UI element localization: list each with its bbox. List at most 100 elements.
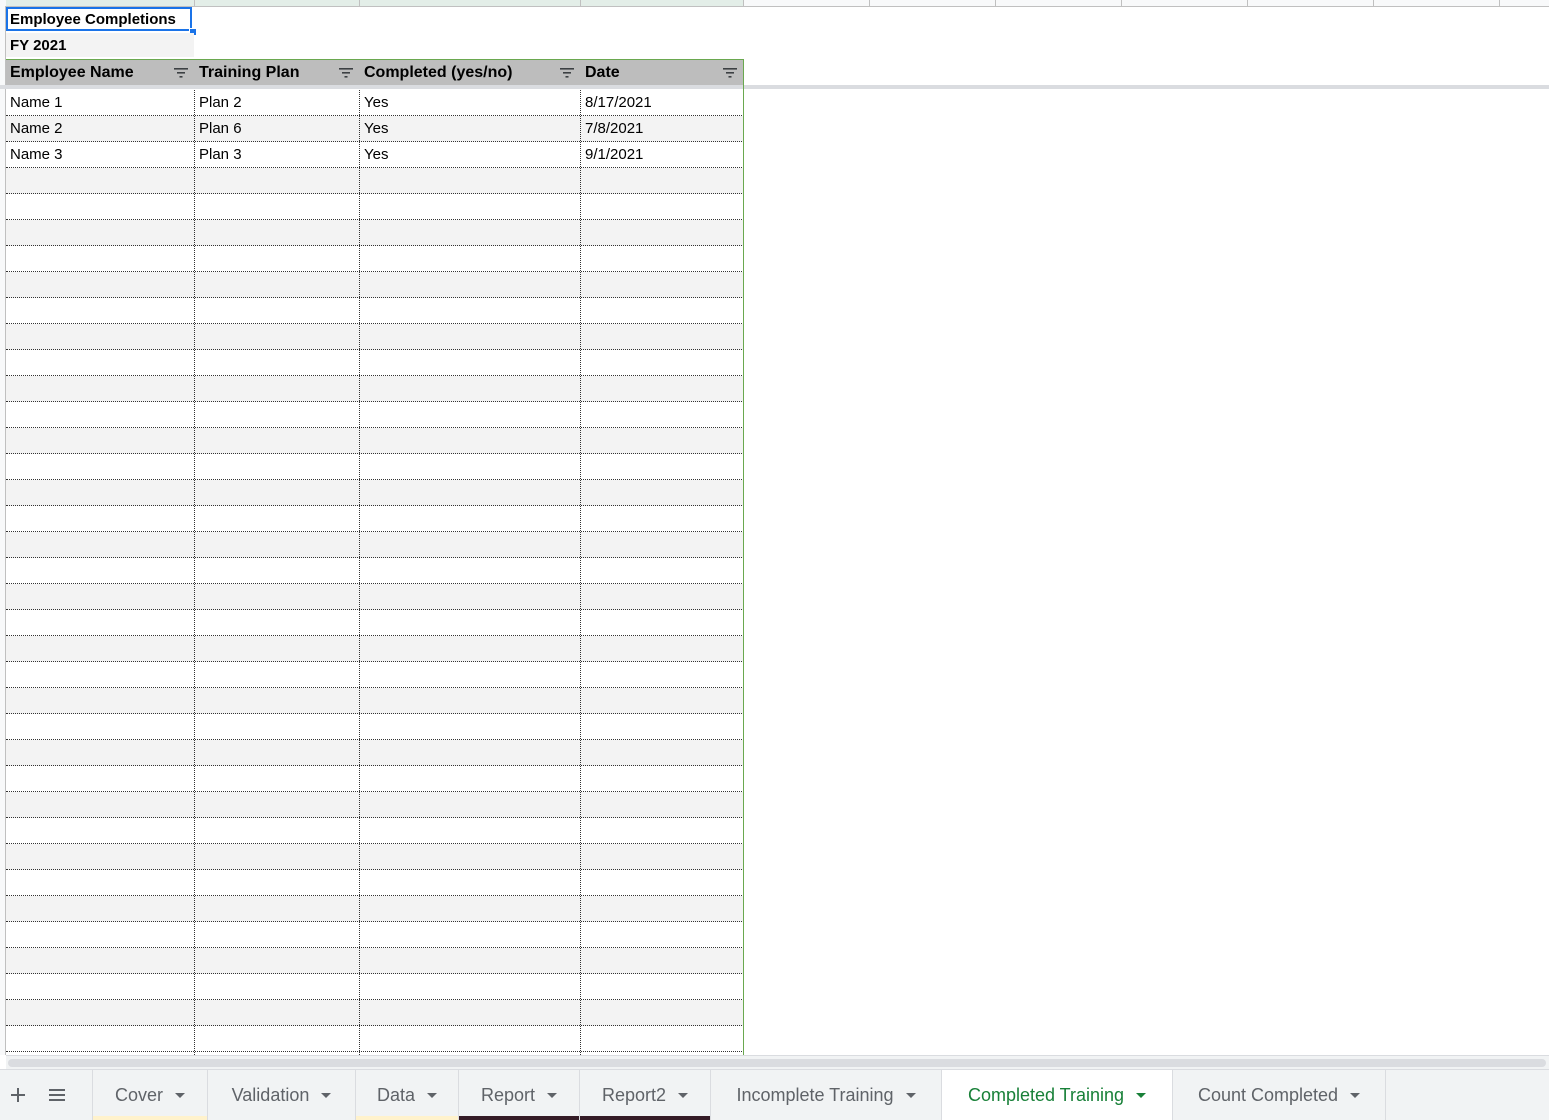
table-cell[interactable] — [6, 896, 194, 921]
table-cell[interactable] — [581, 298, 744, 323]
empty-table-row[interactable] — [6, 740, 744, 766]
table-cell[interactable] — [6, 662, 194, 687]
table-cell[interactable] — [195, 818, 360, 843]
table-cell[interactable] — [581, 818, 744, 843]
table-cell[interactable] — [360, 896, 581, 921]
empty-table-row[interactable] — [6, 402, 744, 428]
table-cell[interactable] — [195, 870, 360, 895]
sheet-tab-count-completed[interactable]: Count Completed — [1173, 1070, 1385, 1120]
table-cell[interactable] — [6, 766, 194, 791]
table-cell[interactable] — [581, 350, 744, 375]
table-cell[interactable] — [195, 220, 360, 245]
table-cell[interactable] — [581, 168, 744, 193]
table-cell[interactable] — [6, 402, 194, 427]
empty-table-row[interactable] — [6, 350, 744, 376]
table-cell[interactable] — [6, 584, 194, 609]
table-cell[interactable] — [581, 428, 744, 453]
table-cell[interactable] — [581, 870, 744, 895]
empty-table-row[interactable] — [6, 610, 744, 636]
table-cell[interactable] — [6, 168, 194, 193]
empty-table-row[interactable] — [6, 870, 744, 896]
table-cell[interactable]: Yes — [360, 90, 581, 115]
table-cell[interactable] — [195, 688, 360, 713]
horizontal-scrollbar[interactable] — [6, 1055, 1549, 1070]
table-cell[interactable] — [360, 168, 581, 193]
plus-icon[interactable] — [5, 1082, 31, 1108]
table-cell[interactable] — [360, 506, 581, 531]
chevron-down-icon[interactable] — [427, 1092, 438, 1098]
table-cell[interactable] — [581, 584, 744, 609]
table-cell[interactable] — [360, 558, 581, 583]
table-cell[interactable] — [360, 454, 581, 479]
table-cell[interactable] — [581, 324, 744, 349]
table-cell[interactable] — [581, 1026, 744, 1051]
table-cell[interactable] — [195, 922, 360, 947]
table-cell[interactable] — [195, 948, 360, 973]
table-cell[interactable] — [195, 584, 360, 609]
chevron-down-icon[interactable] — [321, 1092, 332, 1098]
table-cell[interactable] — [360, 532, 581, 557]
empty-table-row[interactable] — [6, 376, 744, 402]
table-cell[interactable]: Name 3 — [6, 142, 194, 167]
table-cell[interactable] — [581, 194, 744, 219]
table-cell[interactable] — [360, 376, 581, 401]
table-cell[interactable] — [195, 766, 360, 791]
table-cell[interactable] — [195, 636, 360, 661]
chevron-down-icon[interactable] — [678, 1092, 689, 1098]
empty-table-row[interactable] — [6, 246, 744, 272]
sheet-tab-validation[interactable]: Validation — [208, 1070, 355, 1120]
table-cell[interactable] — [360, 480, 581, 505]
table-cell[interactable] — [6, 376, 194, 401]
table-cell[interactable] — [6, 740, 194, 765]
table-cell[interactable] — [195, 740, 360, 765]
table-cell[interactable]: Plan 2 — [195, 90, 360, 115]
sheet-tab-data[interactable]: Data — [356, 1070, 458, 1120]
table-cell[interactable] — [195, 402, 360, 427]
table-cell[interactable] — [360, 688, 581, 713]
table-cell[interactable] — [195, 610, 360, 635]
table-cell[interactable] — [195, 454, 360, 479]
table-cell[interactable] — [581, 662, 744, 687]
column-header-employee-name[interactable]: Employee Name — [6, 60, 194, 86]
table-cell[interactable] — [360, 402, 581, 427]
table-cell[interactable] — [6, 454, 194, 479]
table-cell[interactable] — [195, 714, 360, 739]
table-cell[interactable] — [360, 272, 581, 297]
table-cell[interactable] — [581, 220, 744, 245]
table-cell[interactable] — [581, 636, 744, 661]
sheet-tab-completed-training[interactable]: Completed Training — [942, 1070, 1172, 1120]
empty-table-row[interactable] — [6, 662, 744, 688]
empty-table-row[interactable] — [6, 220, 744, 246]
table-cell[interactable] — [6, 324, 194, 349]
table-cell[interactable] — [195, 662, 360, 687]
table-cell[interactable] — [360, 844, 581, 869]
table-cell[interactable]: 9/1/2021 — [581, 142, 744, 167]
empty-table-row[interactable] — [6, 532, 744, 558]
table-cell[interactable]: Name 1 — [6, 90, 194, 115]
scrollbar-thumb[interactable] — [8, 1059, 1546, 1067]
table-cell[interactable] — [195, 428, 360, 453]
table-cell[interactable] — [6, 844, 194, 869]
table-cell[interactable] — [195, 480, 360, 505]
table-cell[interactable] — [195, 376, 360, 401]
table-cell[interactable] — [195, 532, 360, 557]
table-cell[interactable] — [195, 558, 360, 583]
table-cell[interactable] — [581, 480, 744, 505]
table-cell[interactable] — [581, 506, 744, 531]
table-cell[interactable] — [6, 1026, 194, 1051]
chevron-down-icon[interactable] — [175, 1092, 185, 1098]
table-cell[interactable]: Name 2 — [6, 116, 194, 141]
column-header-training-plan[interactable]: Training Plan — [195, 60, 360, 86]
table-cell[interactable] — [195, 1000, 360, 1025]
table-cell[interactable]: Plan 3 — [195, 142, 360, 167]
table-cell[interactable] — [195, 246, 360, 271]
table-cell[interactable] — [581, 272, 744, 297]
table-cell[interactable] — [360, 818, 581, 843]
empty-table-row[interactable] — [6, 194, 744, 220]
empty-table-row[interactable] — [6, 948, 744, 974]
table-cell[interactable] — [360, 298, 581, 323]
table-cell[interactable] — [6, 558, 194, 583]
table-cell[interactable]: 8/17/2021 — [581, 90, 744, 115]
table-cell[interactable] — [360, 662, 581, 687]
empty-table-row[interactable] — [6, 558, 744, 584]
